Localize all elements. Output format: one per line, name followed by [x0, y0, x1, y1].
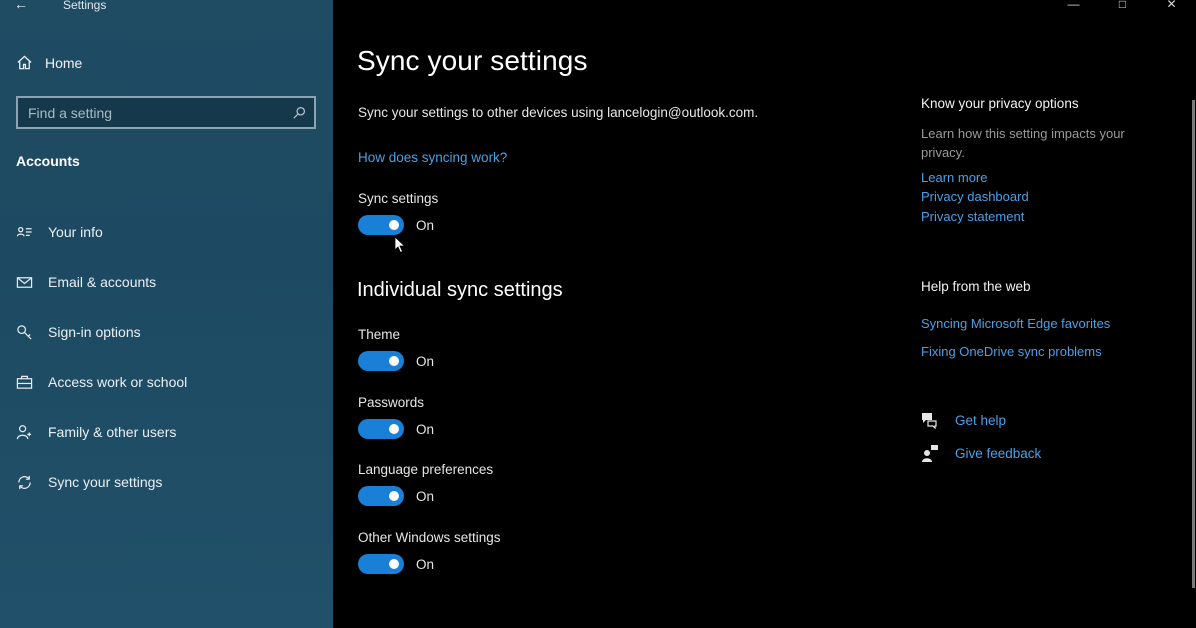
sync-settings-toggle[interactable] — [358, 215, 404, 235]
sidebar-item-label: Family & other users — [48, 424, 177, 440]
sync-icon — [17, 475, 31, 489]
sidebar-item-access-work-school[interactable]: Access work or school — [14, 357, 314, 407]
main-content: — □ ✕ Sync your settings Sync your setti… — [333, 0, 1196, 628]
toggle-state: On — [416, 421, 435, 437]
toggle-state: On — [416, 488, 435, 504]
mouse-cursor-icon — [394, 236, 406, 254]
sidebar-item-sync-your-settings[interactable]: Sync your settings — [14, 457, 314, 507]
toggle-state: On — [416, 217, 435, 233]
sidebar-nav: Your info Email & accounts Sign-in optio… — [14, 207, 314, 507]
other-windows-settings-label: Other Windows settings — [358, 530, 501, 545]
other-windows-settings-setting: Other Windows settings On — [358, 530, 501, 574]
edge-favorites-link[interactable]: Syncing Microsoft Edge favorites — [921, 316, 1110, 331]
home-icon — [17, 55, 32, 70]
sidebar-item-label: Your info — [48, 224, 103, 240]
maximize-icon[interactable]: □ — [1098, 0, 1147, 12]
home-label: Home — [45, 54, 83, 71]
sidebar: ← Settings Home Accounts Your info Email… — [0, 0, 333, 628]
theme-setting: Theme On — [358, 327, 434, 371]
sync-settings-label: Sync settings — [358, 191, 439, 206]
toggle-state: On — [416, 556, 435, 572]
get-help-link[interactable]: Get help — [955, 413, 1006, 428]
sidebar-item-sign-in-options[interactable]: Sign-in options — [14, 307, 314, 357]
sidebar-item-label: Email & accounts — [48, 274, 157, 290]
sync-description: Sync your settings to other devices usin… — [358, 105, 759, 120]
sidebar-item-label: Access work or school — [48, 374, 188, 390]
sync-settings-group: Sync settings On — [358, 191, 438, 235]
minimize-icon[interactable]: — — [1049, 0, 1098, 12]
how-syncing-works-link[interactable]: How does syncing work? — [358, 150, 507, 165]
other-windows-settings-toggle[interactable] — [358, 554, 404, 574]
language-preferences-setting: Language preferences On — [358, 462, 493, 506]
sidebar-item-family-other-users[interactable]: Family & other users — [14, 407, 314, 457]
language-preferences-label: Language preferences — [358, 462, 494, 477]
title-bar: ← Settings — [0, 0, 333, 14]
back-arrow-icon[interactable]: ← — [14, 0, 28, 12]
privacy-text: Learn how this setting impacts your priv… — [921, 126, 1125, 160]
section-title: Accounts — [16, 153, 80, 169]
sidebar-item-label: Sign-in options — [48, 324, 141, 340]
learn-more-link[interactable]: Learn more — [921, 170, 987, 185]
mail-icon — [16, 276, 32, 288]
search-icon[interactable] — [292, 106, 306, 120]
passwords-toggle[interactable] — [358, 419, 404, 439]
sidebar-item-home[interactable]: Home — [16, 54, 82, 71]
onedrive-sync-link[interactable]: Fixing OneDrive sync problems — [921, 344, 1102, 359]
sidebar-item-your-info[interactable]: Your info — [14, 207, 314, 257]
get-help-item[interactable]: Get help — [921, 411, 1006, 429]
key-icon — [16, 324, 32, 340]
passwords-label: Passwords — [358, 395, 425, 410]
give-feedback-item[interactable]: Give feedback — [921, 444, 1041, 462]
theme-toggle[interactable] — [358, 351, 404, 371]
page-title: Sync your settings — [357, 45, 588, 76]
app-title: Settings — [63, 0, 107, 12]
feedback-person-icon — [922, 445, 938, 462]
privacy-statement-link[interactable]: Privacy statement — [921, 209, 1024, 224]
help-heading: Help from the web — [921, 279, 1031, 294]
privacy-dashboard-link[interactable]: Privacy dashboard — [921, 189, 1029, 204]
close-icon[interactable]: ✕ — [1147, 0, 1196, 12]
language-preferences-toggle[interactable] — [358, 486, 404, 506]
window-controls: — □ ✕ — [1049, 0, 1196, 12]
privacy-heading: Know your privacy options — [921, 96, 1079, 111]
scrollbar[interactable] — [1192, 100, 1195, 588]
person-add-icon — [16, 424, 31, 439]
give-feedback-link[interactable]: Give feedback — [955, 446, 1041, 461]
passwords-setting: Passwords On — [358, 395, 434, 439]
search-input[interactable] — [28, 104, 292, 121]
sidebar-item-email-accounts[interactable]: Email & accounts — [14, 257, 314, 307]
briefcase-icon — [16, 375, 32, 389]
sidebar-item-label: Sync your settings — [48, 474, 163, 490]
chat-help-icon — [922, 413, 937, 429]
individual-sync-heading: Individual sync settings — [357, 279, 563, 301]
person-card-icon — [16, 226, 32, 236]
search-box[interactable] — [16, 96, 316, 129]
toggle-state: On — [416, 353, 435, 369]
theme-label: Theme — [358, 327, 401, 342]
